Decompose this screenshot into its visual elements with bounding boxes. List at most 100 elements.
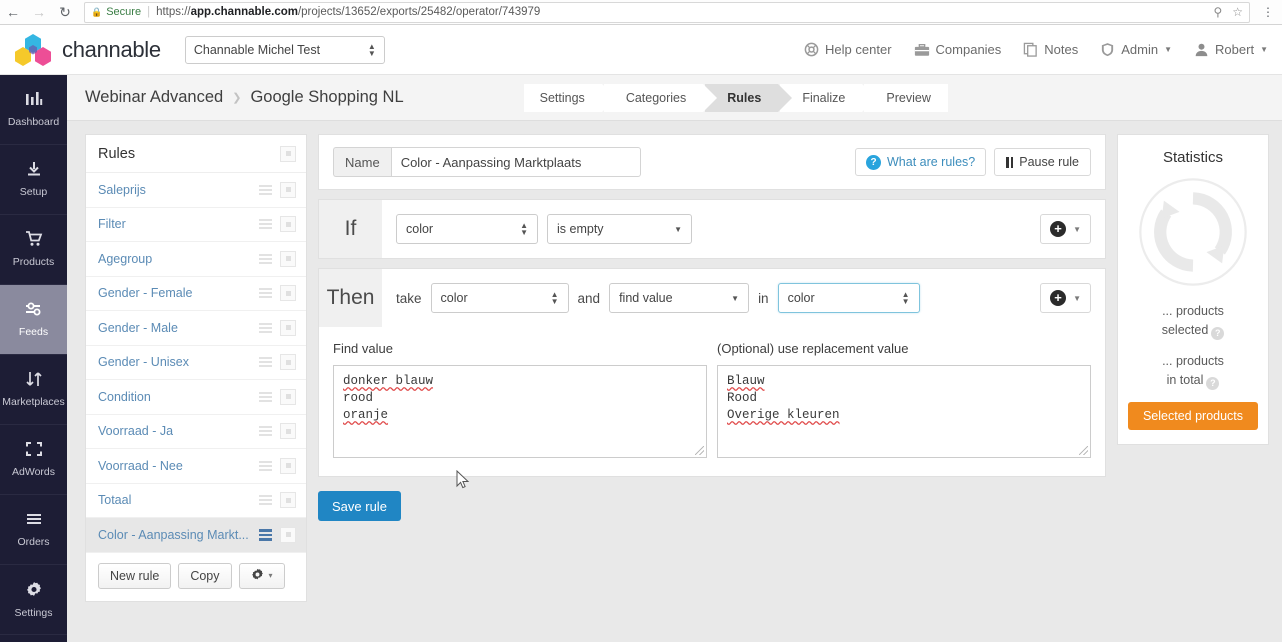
drag-handle-icon[interactable] (259, 392, 272, 402)
drag-handle-icon[interactable] (259, 219, 272, 229)
sidebar-item-products[interactable]: Products (0, 215, 67, 285)
nav-notes[interactable]: Notes (1023, 42, 1078, 57)
sidebar-item-adwords[interactable]: AdWords (0, 425, 67, 495)
what-are-rules-label: What are rules? (887, 155, 975, 169)
list-item[interactable]: Saleprijs (86, 173, 306, 208)
nav-admin[interactable]: Admin ▼ (1100, 42, 1172, 57)
then-in-select[interactable]: color ▲▼ (778, 283, 920, 313)
list-item[interactable]: Totaal (86, 484, 306, 519)
search-icon[interactable]: ⚲ (1213, 5, 1222, 19)
rule-toggle-button[interactable] (280, 320, 296, 336)
kebab-menu-icon[interactable]: ⋮ (1262, 10, 1274, 15)
breadcrumb-project[interactable]: Webinar Advanced (85, 88, 223, 107)
tab-finalize[interactable]: Finalize (780, 84, 862, 112)
pause-icon (1006, 157, 1013, 168)
drag-handle-icon[interactable] (259, 254, 272, 264)
drag-handle-icon[interactable] (259, 461, 272, 471)
rule-toggle-button[interactable] (280, 389, 296, 405)
tab-categories[interactable]: Categories (604, 84, 703, 112)
chevron-down-icon: ▼ (1073, 225, 1081, 234)
sidebar-item-orders[interactable]: Orders (0, 495, 67, 565)
nav-user[interactable]: Robert ▼ (1194, 42, 1268, 57)
selected-products-button[interactable]: Selected products (1128, 402, 1258, 430)
security-label: Secure (106, 6, 141, 18)
gear-icon (251, 568, 264, 584)
list-item[interactable]: Condition (86, 380, 306, 415)
products-selected-line2: selected (1162, 323, 1209, 337)
rule-toggle-button[interactable] (280, 458, 296, 474)
then-label: Then (319, 269, 382, 327)
star-icon[interactable]: ☆ (1232, 5, 1243, 19)
sidebar-item-label: AdWords (12, 466, 55, 478)
project-selector[interactable]: Channable Michel Test ▲▼ (185, 36, 385, 64)
resize-handle[interactable] (1079, 446, 1088, 455)
rule-toggle-button[interactable] (280, 251, 296, 267)
rule-toggle-button[interactable] (280, 354, 296, 370)
pause-rule-button[interactable]: Pause rule (994, 148, 1091, 176)
sidebar-item-feeds[interactable]: Feeds (0, 285, 67, 355)
plus-icon: + (1050, 221, 1066, 237)
rule-toggle-button[interactable] (280, 492, 296, 508)
drag-handle-icon[interactable] (259, 529, 272, 541)
rule-name-input[interactable]: Color - Aanpassing Marktplaats (391, 147, 641, 177)
rule-toggle-button[interactable] (280, 285, 296, 301)
list-item[interactable]: Agegroup (86, 242, 306, 277)
sidebar-item-setup[interactable]: Setup (0, 145, 67, 215)
sidebar-item-settings[interactable]: Settings (0, 565, 67, 635)
rule-toggle-button[interactable] (280, 182, 296, 198)
drag-handle-icon[interactable] (259, 288, 272, 298)
main-content: Webinar Advanced ❯ Google Shopping NL Se… (67, 75, 1282, 642)
resize-handle[interactable] (695, 446, 704, 455)
address-bar[interactable]: 🔒 Secure | https://app.channable.com/pro… (84, 2, 1250, 23)
rule-toggle-button[interactable] (280, 216, 296, 232)
find-value-textarea[interactable]: donker blauw rood oranje (333, 365, 707, 458)
new-rule-button[interactable]: New rule (98, 563, 171, 589)
collapse-button[interactable] (280, 146, 296, 162)
list-item[interactable]: Voorraad - Ja (86, 415, 306, 450)
help-icon[interactable]: ? (1211, 327, 1224, 340)
breadcrumb-feed[interactable]: Google Shopping NL (250, 88, 403, 107)
tab-settings[interactable]: Settings (524, 84, 602, 112)
list-item[interactable]: Voorraad - Nee (86, 449, 306, 484)
drag-handle-icon[interactable] (259, 357, 272, 367)
list-item-selected[interactable]: Color - Aanpassing Markt... (86, 518, 306, 553)
list-item[interactable]: Filter (86, 208, 306, 243)
tab-preview[interactable]: Preview (864, 84, 947, 112)
list-item[interactable]: Gender - Female (86, 277, 306, 312)
drag-handle-icon[interactable] (259, 495, 272, 505)
reload-icon[interactable]: ↻ (52, 0, 78, 25)
replacement-value-textarea[interactable]: Blauw Rood Overige kleuren (717, 365, 1091, 458)
sidebar-item-dashboard[interactable]: Dashboard (0, 75, 67, 145)
add-condition-button[interactable]: + ▼ (1040, 214, 1091, 244)
list-item[interactable]: Gender - Male (86, 311, 306, 346)
add-action-button[interactable]: + ▼ (1040, 283, 1091, 313)
rule-name-card: Name Color - Aanpassing Marktplaats ? Wh… (318, 134, 1106, 190)
drag-handle-icon[interactable] (259, 426, 272, 436)
forward-arrow-icon[interactable]: → (26, 0, 52, 25)
if-field-select[interactable]: color ▲▼ (396, 214, 538, 244)
header-nav: Help center Companies Notes Admin ▼ Ro (804, 42, 1268, 57)
then-operation-select[interactable]: find value ▼ (609, 283, 749, 313)
then-take-select[interactable]: color ▲▼ (431, 283, 569, 313)
if-condition-select[interactable]: is empty ▼ (547, 214, 692, 244)
rules-list-actions: New rule Copy ▾ (86, 553, 306, 601)
nav-help-center[interactable]: Help center (804, 42, 891, 57)
in-label: in (758, 291, 769, 306)
drag-handle-icon[interactable] (259, 323, 272, 333)
rules-settings-button[interactable]: ▾ (239, 563, 285, 589)
save-rule-button[interactable]: Save rule (318, 491, 401, 521)
list-item[interactable]: Gender - Unisex (86, 346, 306, 381)
sidebar-item-marketplaces[interactable]: Marketplaces (0, 355, 67, 425)
help-icon[interactable]: ? (1206, 377, 1219, 390)
drag-handle-icon[interactable] (259, 185, 272, 195)
what-are-rules-button[interactable]: ? What are rules? (855, 148, 986, 176)
logo[interactable]: channable (12, 32, 161, 68)
nav-companies[interactable]: Companies (914, 42, 1002, 57)
pause-rule-label: Pause rule (1019, 155, 1079, 169)
chevron-down-icon: ▼ (674, 225, 682, 234)
rule-toggle-button[interactable] (280, 423, 296, 439)
rule-name: Voorraad - Ja (98, 424, 173, 438)
copy-button[interactable]: Copy (178, 563, 231, 589)
back-arrow-icon[interactable]: ← (0, 0, 26, 25)
rule-toggle-button[interactable] (280, 527, 296, 543)
